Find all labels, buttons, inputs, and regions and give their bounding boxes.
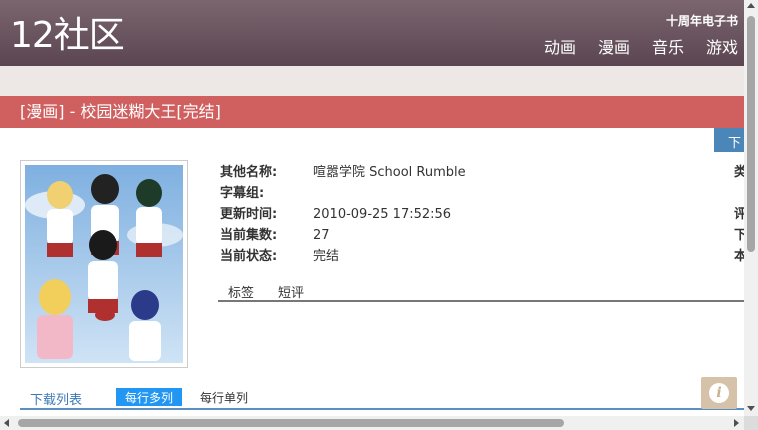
vertical-scrollbar[interactable] — [744, 0, 758, 416]
page-title: [漫画] - 校园迷糊大王[完结] — [20, 102, 221, 121]
info-label: 当前状态: — [220, 249, 278, 264]
download-button[interactable]: 下 — [714, 128, 744, 152]
info-label: 当前集数: — [220, 228, 278, 243]
horizontal-scrollbar[interactable] — [0, 416, 744, 430]
download-list-bar: 下载列表 每行多列 每行单列 — [20, 388, 744, 410]
info-icon: i — [709, 383, 729, 403]
anniversary-ebook-link[interactable]: 十周年电子书 — [666, 12, 738, 29]
nav-item-music[interactable]: 音乐 — [652, 38, 684, 58]
site-logo[interactable]: 12社区 — [10, 14, 125, 58]
tab-short-reviews[interactable]: 短评 — [278, 282, 304, 301]
scroll-down-arrow-icon[interactable] — [747, 406, 755, 411]
main-nav: 动画 漫画 音乐 游戏 — [544, 38, 738, 58]
info-value: 2010-09-25 17:52:56 — [313, 207, 452, 222]
info-row-status: 当前状态: 完结 本 — [220, 248, 746, 269]
nav-item-manga[interactable]: 漫画 — [598, 38, 630, 58]
info-value: 27 — [313, 228, 330, 243]
info-button[interactable]: i — [701, 377, 737, 409]
multi-column-toggle[interactable]: 每行多列 — [116, 388, 183, 406]
cover-image — [20, 160, 188, 368]
info-tabs: 标签 短评 — [218, 282, 744, 302]
site-header: 12社区 十周年电子书 动画 漫画 音乐 游戏 — [0, 0, 758, 66]
info-value: 完结 — [313, 249, 340, 264]
scroll-left-arrow-icon[interactable] — [4, 419, 9, 427]
single-column-toggle[interactable]: 每行单列 — [200, 389, 248, 406]
scroll-up-arrow-icon[interactable] — [747, 3, 755, 8]
nav-item-games[interactable]: 游戏 — [706, 38, 738, 58]
horizontal-scroll-thumb[interactable] — [18, 419, 564, 427]
info-label: 其他名称: — [220, 165, 278, 180]
tab-tags[interactable]: 标签 — [228, 282, 254, 301]
scrollbar-corner — [744, 416, 758, 430]
nav-item-anime[interactable]: 动画 — [544, 38, 576, 58]
info-panel: 其他名称: 喧嚣学院 School Rumble 类 字幕组: 更新时间: 20… — [220, 164, 746, 269]
info-row-subgroup: 字幕组: — [220, 185, 744, 206]
info-label: 更新时间: — [220, 207, 278, 222]
vertical-scroll-thumb[interactable] — [747, 16, 755, 252]
info-label: 字幕组: — [220, 186, 265, 201]
title-bar: [漫画] - 校园迷糊大王[完结] — [0, 96, 744, 128]
scroll-right-arrow-icon[interactable] — [734, 419, 739, 427]
cover-illustration — [25, 165, 183, 363]
download-list-label: 下载列表 — [30, 393, 83, 408]
info-row-episodes: 当前集数: 27 下 — [220, 227, 746, 248]
info-value: 喧嚣学院 School Rumble — [313, 165, 466, 180]
info-row-updated: 更新时间: 2010-09-25 17:52:56 评 — [220, 206, 746, 227]
info-row-alias: 其他名称: 喧嚣学院 School Rumble 类 — [220, 164, 746, 185]
header-band — [0, 66, 758, 96]
